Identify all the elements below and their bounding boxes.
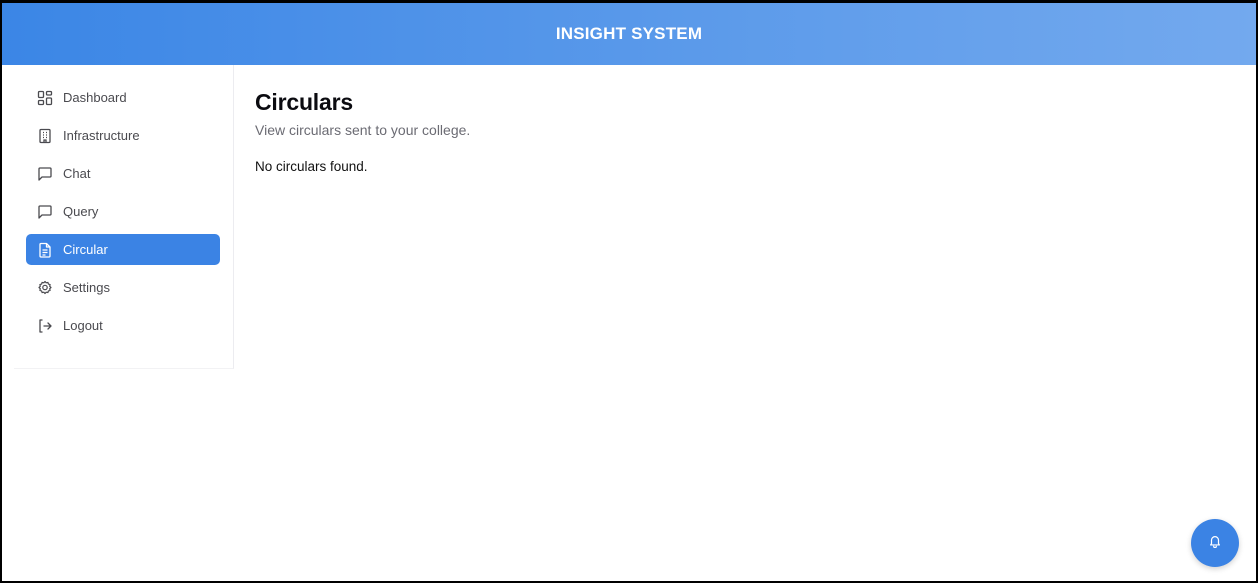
sidebar-item-label: Infrastructure bbox=[63, 128, 140, 143]
sidebar-item-label: Query bbox=[63, 204, 99, 219]
sidebar-item-label: Dashboard bbox=[63, 90, 127, 105]
page-title: Circulars bbox=[255, 89, 353, 115]
building-icon bbox=[37, 128, 53, 144]
logout-icon bbox=[37, 318, 53, 334]
top-header-bar: INSIGHT SYSTEM bbox=[2, 3, 1256, 65]
sidebar-item-label: Logout bbox=[63, 318, 103, 333]
page-subtitle: View circulars sent to your college. bbox=[255, 122, 471, 138]
gear-icon bbox=[37, 280, 53, 296]
message-square-icon bbox=[37, 204, 53, 220]
sidebar-item-query[interactable]: Query bbox=[26, 196, 220, 227]
sidebar-item-label: Settings bbox=[63, 280, 110, 295]
bell-icon bbox=[1208, 534, 1222, 553]
sidebar-item-infrastructure[interactable]: Infrastructure bbox=[26, 120, 220, 151]
app-window: INSIGHT SYSTEM Dashboard Infrastructure … bbox=[0, 0, 1258, 583]
notifications-button[interactable] bbox=[1191, 519, 1239, 567]
sidebar-item-logout[interactable]: Logout bbox=[26, 310, 220, 341]
empty-state-message: No circulars found. bbox=[255, 159, 368, 174]
sidebar-item-label: Chat bbox=[63, 166, 91, 181]
app-title: INSIGHT SYSTEM bbox=[555, 24, 703, 43]
main-content: Circulars View circulars sent to your co… bbox=[255, 89, 470, 174]
sidebar-item-chat[interactable]: Chat bbox=[26, 158, 220, 189]
sidebar-item-settings[interactable]: Settings bbox=[26, 272, 220, 303]
message-square-icon bbox=[37, 166, 53, 182]
document-icon bbox=[37, 242, 53, 258]
dashboard-grid-icon bbox=[37, 90, 53, 106]
sidebar-item-dashboard[interactable]: Dashboard bbox=[26, 82, 220, 113]
sidebar-item-circular[interactable]: Circular bbox=[26, 234, 220, 265]
sidebar-item-label: Circular bbox=[63, 242, 108, 257]
sidebar: Dashboard Infrastructure Chat Query Circ… bbox=[14, 65, 234, 369]
